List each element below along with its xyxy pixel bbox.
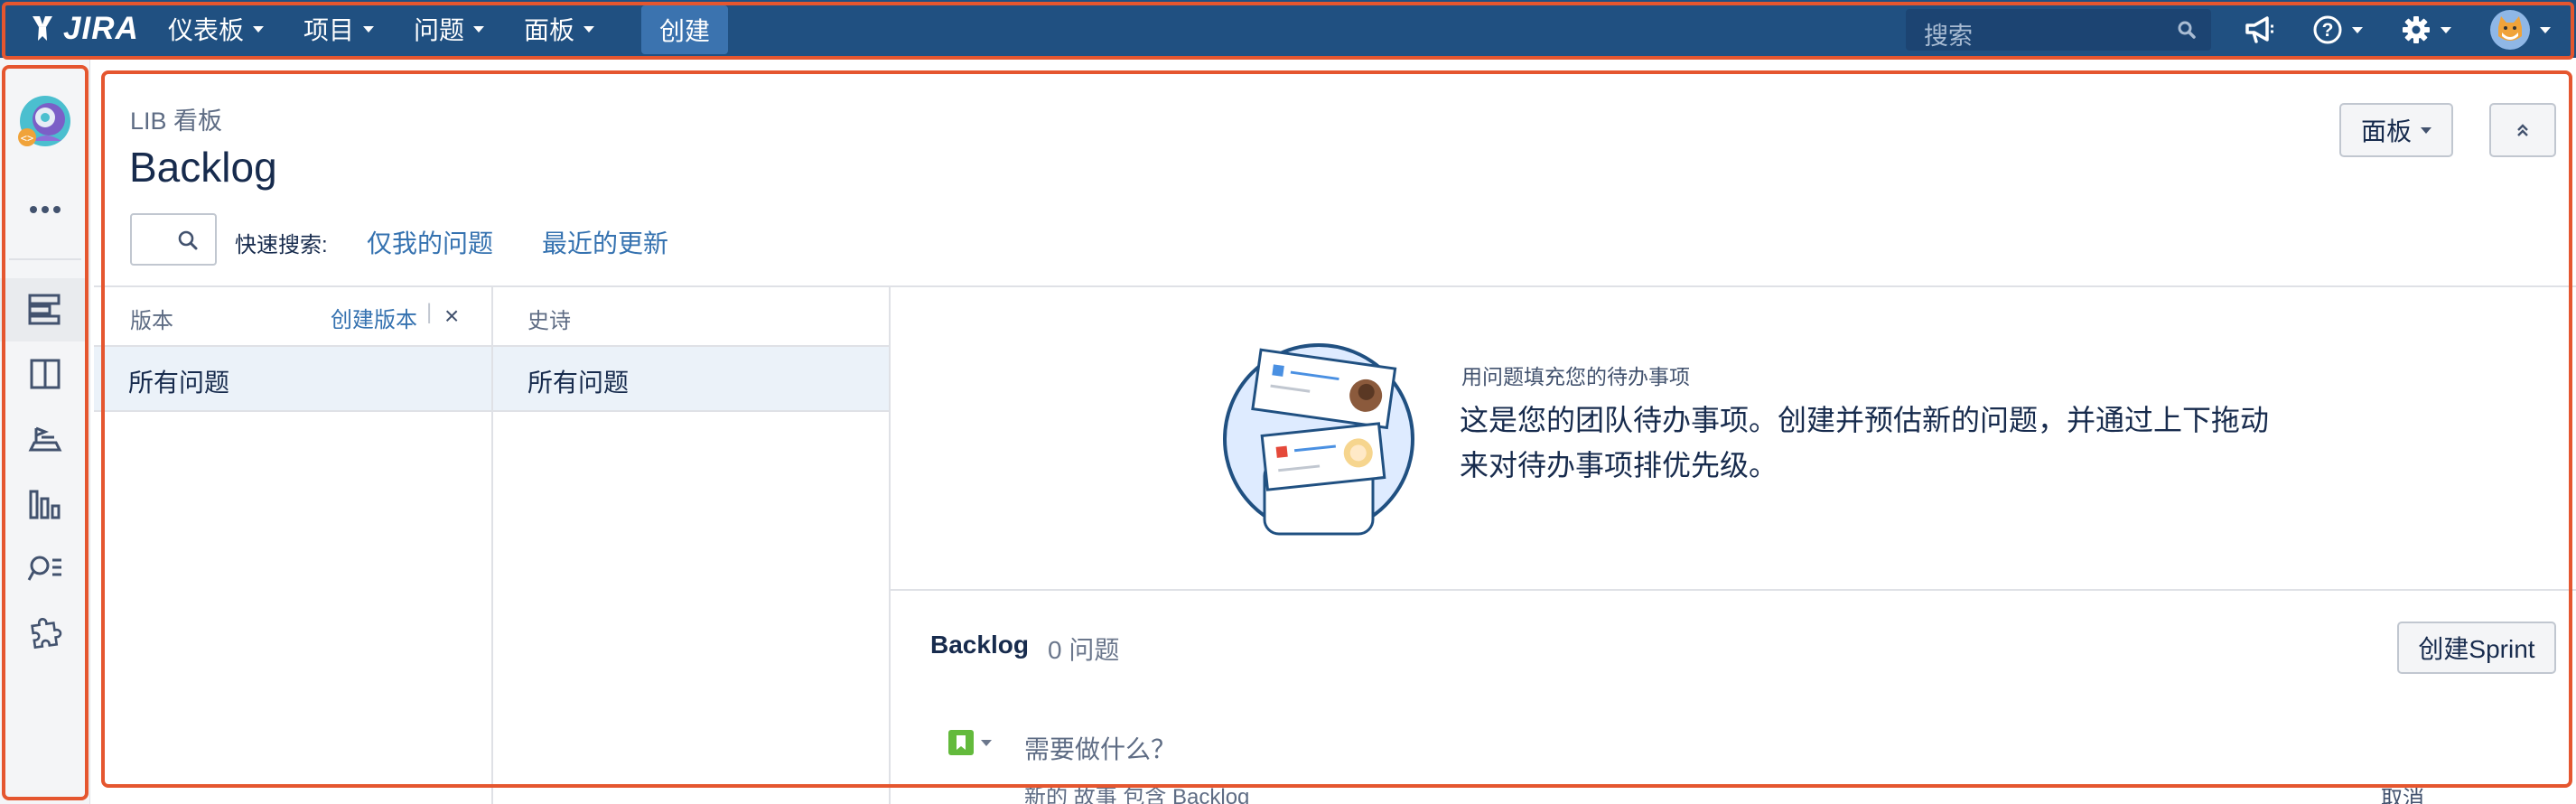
- issues-search-icon: [27, 556, 61, 581]
- chevron-down-icon: [2540, 26, 2551, 33]
- cancel-link[interactable]: 取消: [2381, 781, 2424, 804]
- filter-recently-updated[interactable]: 最近的更新: [542, 224, 668, 260]
- empty-backlog-illustration: [1223, 343, 1414, 536]
- chevron-down-icon: [2352, 26, 2363, 33]
- nav-projects[interactable]: 项目: [303, 7, 375, 51]
- backlog-divider: [891, 589, 2576, 591]
- header-divider: [94, 285, 2576, 287]
- page-title: Backlog: [129, 144, 277, 191]
- nav-boards-label: 面板: [524, 16, 575, 44]
- close-panel-button[interactable]: ×: [444, 302, 459, 331]
- gear-icon: [2403, 16, 2430, 43]
- help-button[interactable]: ?: [2312, 9, 2363, 51]
- notifications-button[interactable]: [2244, 9, 2276, 51]
- nav-dashboards-label: 仪表板: [168, 16, 245, 44]
- top-navigation-bar: JIRA 仪表板 项目 问题 面板 创建 搜索 ?: [0, 0, 2576, 58]
- versions-panel-title: 版本: [130, 309, 173, 333]
- nav-issues-label: 问题: [414, 16, 465, 44]
- board-icon: [30, 359, 61, 389]
- panel-divider-epics: [889, 285, 891, 804]
- jira-logo[interactable]: JIRA: [27, 7, 139, 51]
- breadcrumb[interactable]: LIB 看板: [130, 101, 222, 136]
- project-avatar-icon: <>: [18, 96, 70, 146]
- search-icon: [178, 230, 198, 250]
- create-button[interactable]: 创建: [641, 5, 728, 54]
- filter-only-my-issues[interactable]: 仅我的问题: [367, 224, 493, 260]
- collapse-header-button[interactable]: [2489, 103, 2556, 157]
- sidebar-divider: [9, 258, 81, 260]
- sidebar-item-addons[interactable]: [20, 609, 70, 659]
- versions-all-issues-label: 所有问题: [128, 369, 230, 397]
- chevron-down-icon: [363, 25, 375, 33]
- settings-button[interactable]: [2401, 9, 2451, 51]
- new-issue-hint: 新的 故事 包含 Backlog: [1024, 785, 1250, 804]
- search-placeholder: 搜索: [1924, 23, 1973, 50]
- board-menu-label: 面板: [2360, 117, 2412, 145]
- story-icon: [948, 730, 974, 755]
- sidebar-item-releases[interactable]: [20, 414, 70, 464]
- create-version-link[interactable]: 创建版本: [331, 302, 417, 333]
- chevron-down-icon: [2421, 126, 2431, 134]
- backlog-icon: [28, 294, 61, 325]
- avatar: [2490, 10, 2530, 50]
- releases-icon: [28, 426, 62, 452]
- backlog-issue-count: 0 问题: [1048, 636, 1120, 664]
- sidebar-item-issues[interactable]: [20, 544, 70, 594]
- issue-type-selector[interactable]: [948, 730, 992, 755]
- board-menu-button[interactable]: 面板: [2339, 103, 2453, 157]
- nav-issues[interactable]: 问题: [414, 7, 485, 51]
- user-menu[interactable]: [2489, 9, 2551, 51]
- quick-search-input[interactable]: [130, 213, 217, 266]
- addons-icon: [31, 618, 62, 650]
- svg-text:<>: <>: [21, 132, 33, 145]
- separator: |: [426, 300, 433, 324]
- project-avatar[interactable]: <>: [14, 92, 72, 154]
- help-icon: ?: [2313, 15, 2342, 44]
- empty-state-text: 这是您的团队待办事项。创建并预估新的问题，并通过上下拖动来对待办事项排优先级。: [1460, 404, 2270, 481]
- empty-state-title: 用问题填充您的待办事项: [1461, 365, 1690, 388]
- sidebar-item-board[interactable]: [20, 349, 70, 399]
- sidebar-item-reports[interactable]: [20, 479, 70, 529]
- chevron-down-icon: [473, 25, 485, 33]
- nav-projects-label: 项目: [303, 16, 355, 44]
- search-icon: [2178, 21, 2196, 39]
- svg-text:?: ?: [2322, 20, 2334, 41]
- chevron-down-icon: [583, 25, 595, 33]
- create-sprint-button[interactable]: 创建Sprint: [2397, 622, 2556, 674]
- sidebar-item-backlog[interactable]: [20, 284, 70, 334]
- nav-boards[interactable]: 面板: [524, 7, 595, 51]
- reports-icon: [29, 490, 61, 519]
- logo-text: JIRA: [63, 11, 139, 46]
- more-button[interactable]: [20, 184, 70, 235]
- quick-search-label: 快速搜索:: [235, 233, 328, 257]
- backlog-title: Backlog: [930, 631, 1029, 659]
- more-icon: [30, 206, 61, 213]
- double-chevron-up-icon: [2517, 124, 2528, 136]
- project-sidebar: <>: [0, 58, 90, 804]
- nav-dashboards[interactable]: 仪表板: [168, 7, 265, 51]
- search-input[interactable]: 搜索: [1906, 9, 2211, 51]
- megaphone-icon: [2245, 16, 2273, 43]
- chevron-down-icon: [253, 25, 265, 33]
- jira-logo-icon: [33, 16, 52, 41]
- epics-all-issues-label: 所有问题: [527, 369, 630, 397]
- epics-panel-title: 史诗: [527, 309, 571, 333]
- chevron-down-icon: [981, 739, 992, 746]
- new-issue-input[interactable]: 需要做什么？: [1024, 730, 1176, 766]
- chevron-down-icon: [2441, 26, 2451, 33]
